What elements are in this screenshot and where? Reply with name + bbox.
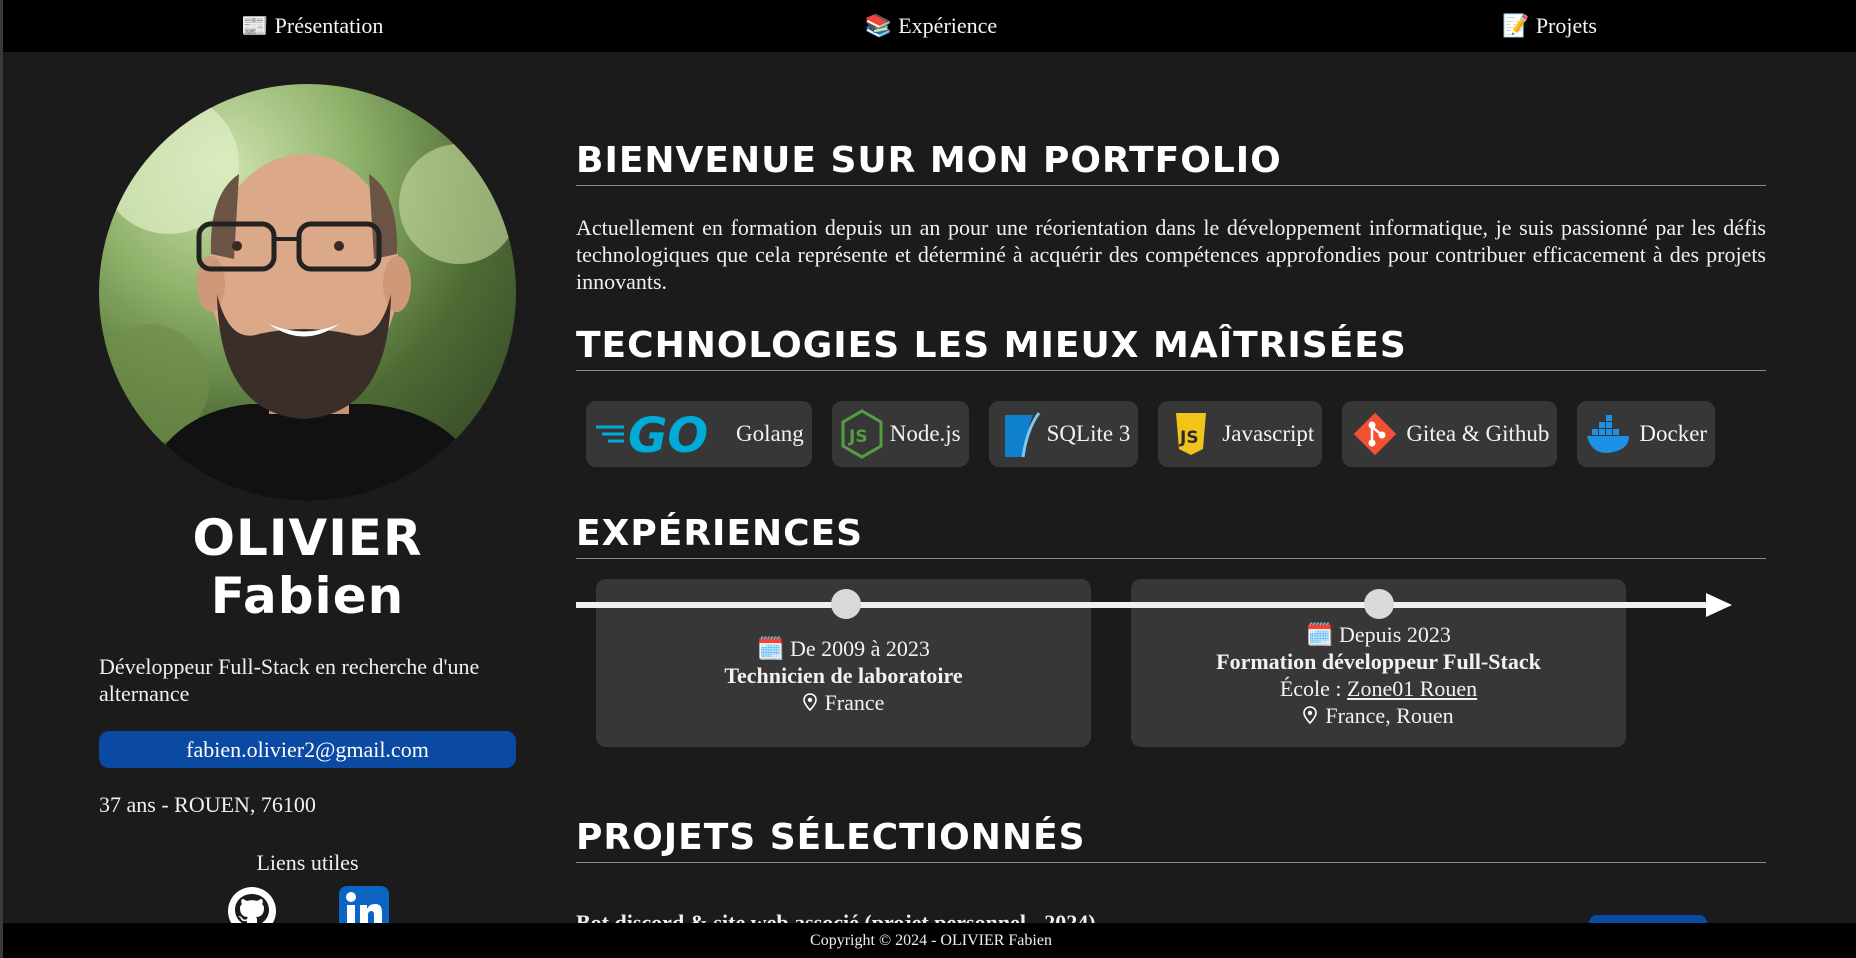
sqlite-icon (1004, 412, 1040, 458)
git-icon (1354, 412, 1397, 456)
timeline-dot (1364, 589, 1394, 619)
profile-age-location: 37 ans - ROUEN, 76100 (99, 792, 316, 817)
top-nav: 📰 Présentation 📚 Expérience 📝 Projets (3, 0, 1856, 52)
memo-icon: 📝 (1502, 13, 1530, 38)
books-icon: 📚 (864, 13, 893, 38)
period-text: Depuis 2023 (1339, 622, 1451, 647)
experience-timeline: 🗓️ De 2009 à 2023 Technicien de laborato… (576, 579, 1766, 749)
tech-sqlite[interactable]: SQLite 3 (988, 401, 1139, 467)
tech-docker[interactable]: Docker (1577, 401, 1716, 467)
profile-photo (99, 94, 516, 501)
tech-label: Gitea & Github (1406, 421, 1550, 446)
email-button[interactable]: fabien.olivier2@gmail.com (99, 731, 516, 768)
go-icon: GO (596, 409, 708, 459)
tech-git[interactable]: Gitea & Github (1342, 401, 1558, 467)
nav-item-label: Présentation (274, 13, 384, 38)
location-pin-icon (1303, 706, 1318, 725)
svg-text:JS: JS (848, 427, 868, 447)
nav-item-label: Projets (1535, 13, 1597, 38)
experience-title: Formation développeur Full-Stack (1216, 649, 1541, 674)
tech-label: Node.js (889, 421, 961, 446)
newspaper-icon: 📰 (241, 13, 269, 38)
calendar-icon: 🗓️ (757, 635, 785, 661)
nav-item-projets[interactable]: 📝 Projets (1240, 13, 1856, 39)
school-label: École : (1279, 676, 1342, 701)
experience-title: Technicien de laboratoire (724, 662, 963, 688)
location-text: France, Rouen (1325, 703, 1454, 728)
tech-golang[interactable]: GO Golang (586, 401, 812, 467)
last-name: Fabien (210, 567, 405, 625)
tech-nodejs[interactable]: JS Node.js (831, 401, 969, 467)
profile-name: OLIVIER Fabien (99, 509, 516, 625)
timeline-arrow-icon (1706, 593, 1732, 617)
experience-location: France, Rouen (1303, 702, 1454, 729)
projects-title: Projets sélectionnés (576, 817, 1766, 863)
period-text: De 2009 à 2023 (789, 635, 930, 661)
tech-javascript[interactable]: JS Javascript (1158, 401, 1323, 467)
welcome-text: Actuellement en formation depuis un an p… (576, 215, 1766, 294)
nav-item-label: Expérience (898, 13, 998, 38)
tech-label: SQLite 3 (1046, 421, 1131, 446)
links-title: Liens utiles (256, 850, 359, 875)
technologies-list: GO Golang JS Node.js SQLite 3 JS Javascr… (576, 401, 1766, 467)
school-link[interactable]: Zone01 Rouen (1347, 676, 1477, 701)
profile-role: Développeur Full-Stack en recherche d'un… (99, 654, 480, 706)
calendar-icon: 🗓️ (1306, 622, 1334, 647)
profile-sidebar: OLIVIER Fabien Développeur Full-Stack en… (99, 84, 516, 936)
svg-text:JS: JS (1179, 428, 1199, 448)
tech-label: Docker (1639, 421, 1708, 446)
nav-item-experience[interactable]: 📚 Expérience (622, 13, 1241, 39)
location-pin-icon (802, 692, 817, 711)
experience-period: 🗓️ De 2009 à 2023 (757, 635, 930, 662)
experience-school: École : Zone01 Rouen (1280, 675, 1477, 702)
first-name: OLIVIER (192, 509, 423, 567)
copyright-text: Copyright © 2024 - OLIVIER Fabien (810, 931, 1052, 949)
nav-item-presentation[interactable]: 📰 Présentation (3, 13, 622, 39)
docker-icon (1587, 415, 1630, 453)
experiences-title: Expériences (576, 513, 1766, 559)
svg-text:GO: GO (628, 409, 708, 459)
timeline-dot (831, 589, 861, 619)
main-content: Bienvenue sur mon portfolio Actuellement… (576, 140, 1766, 863)
experience-location: France (802, 689, 885, 716)
welcome-title: Bienvenue sur mon portfolio (576, 140, 1766, 186)
technologies-title: Technologies les mieux maîtrisées (576, 325, 1766, 371)
tech-label: Javascript (1222, 421, 1315, 446)
footer: Copyright © 2024 - OLIVIER Fabien (3, 923, 1856, 958)
timeline-line (576, 602, 1716, 608)
javascript-icon: JS (1176, 413, 1207, 455)
tech-label: Golang (736, 421, 804, 446)
avatar (99, 84, 516, 501)
location-text: France (824, 689, 885, 715)
experience-period: 🗓️ Depuis 2023 (1306, 621, 1451, 648)
nodejs-icon: JS (841, 409, 883, 459)
